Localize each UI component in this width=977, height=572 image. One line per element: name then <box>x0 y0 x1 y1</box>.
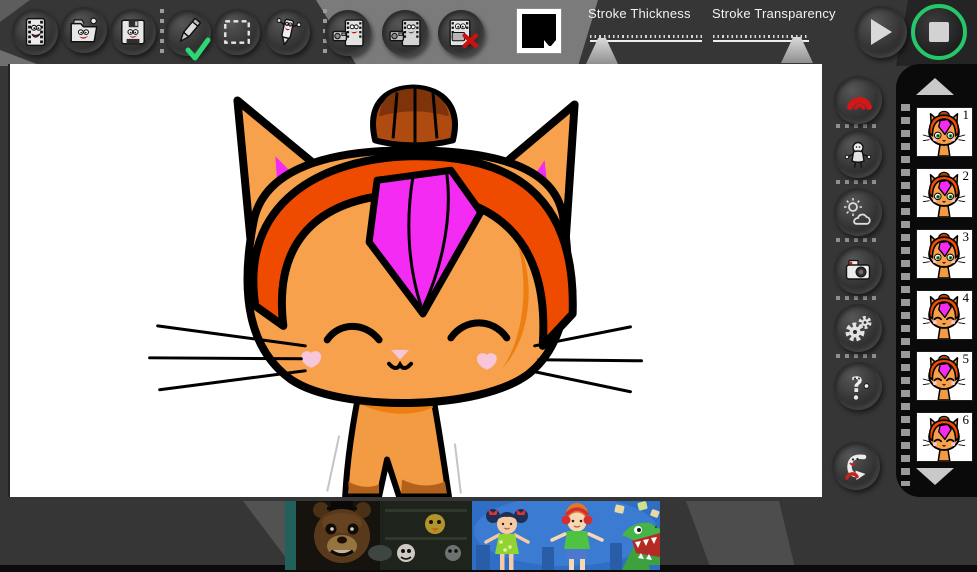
frame-number: 2 <box>962 168 970 183</box>
help-button[interactable]: ? <box>834 362 882 410</box>
frame-thumbnail-2[interactable]: 2 <box>916 168 973 218</box>
frame-number: 6 <box>962 412 970 427</box>
active-tool-check-icon <box>185 37 211 61</box>
red-stroke-icon <box>846 97 872 110</box>
frame-number: 1 <box>962 107 970 122</box>
frame-thumbnail-3[interactable]: 3 <box>916 229 973 279</box>
frame-thumbnail-4[interactable]: 4 <box>916 290 973 340</box>
puppet-icon <box>844 141 872 168</box>
selection-rectangle-icon <box>224 20 250 44</box>
play-icon <box>871 19 892 45</box>
stop-icon <box>929 22 949 42</box>
frame-number: 5 <box>962 351 970 366</box>
frame-thumbnail-6[interactable]: 6 <box>916 412 973 462</box>
movie-project-button[interactable] <box>12 9 58 55</box>
sidebar-separator <box>836 124 880 128</box>
eraser-character-icon <box>276 18 302 47</box>
undo-button[interactable] <box>832 442 880 490</box>
floppy-disk-icon <box>121 19 145 45</box>
undo-arrow-icon <box>845 454 867 480</box>
stroke-thickness-label: Stroke Thickness <box>588 6 691 21</box>
play-button[interactable] <box>855 6 907 58</box>
filmstrip-scroll-down-icon[interactable] <box>916 468 954 485</box>
scene-weather-button[interactable] <box>834 188 882 236</box>
filmstrip-scroll-up-icon[interactable] <box>916 78 954 95</box>
sidebar-separator <box>836 296 880 300</box>
camera-icon <box>845 259 871 280</box>
settings-button[interactable] <box>834 304 882 352</box>
svg-text:?: ? <box>851 373 863 397</box>
camera-button[interactable] <box>834 246 882 294</box>
delete-frame-button[interactable] <box>438 10 484 56</box>
cat-drawing <box>148 84 643 500</box>
stop-button[interactable] <box>911 4 967 60</box>
swatch-dropdown-icon <box>544 40 556 48</box>
eraser-tool-button[interactable] <box>264 9 310 55</box>
pen-tool-button[interactable] <box>165 10 211 61</box>
open-project-button[interactable] <box>61 7 107 53</box>
save-project-button[interactable] <box>110 9 156 55</box>
stroke-transparency-label: Stroke Transparency <box>712 6 836 21</box>
banner-ad-fnaf[interactable] <box>285 501 472 570</box>
frame-number: 4 <box>962 290 970 305</box>
question-mark-icon: ? <box>851 373 870 400</box>
character-button[interactable] <box>834 130 882 178</box>
sidebar-separator <box>836 180 880 184</box>
folder-icon <box>70 17 98 43</box>
gears-icon <box>845 316 872 342</box>
duplicate-frame-icon <box>388 18 421 47</box>
sun-cloud-icon <box>844 198 871 225</box>
select-tool-button[interactable] <box>214 9 260 55</box>
delete-frame-icon <box>449 18 478 48</box>
capture-frame-button[interactable] <box>325 10 371 56</box>
film-reel-icon <box>25 17 46 47</box>
app-window: Stroke Thickness Stroke Transparency ? 1… <box>0 0 977 572</box>
filmstrip-sprocket-holes <box>901 104 910 486</box>
frame-thumbnail-5[interactable]: 5 <box>916 351 973 401</box>
duplicate-frame-button[interactable] <box>382 10 428 56</box>
sidebar-separator <box>836 238 880 242</box>
sidebar-separator <box>836 354 880 358</box>
toolbar-separator <box>160 9 164 57</box>
filmstrip-panel: 1 2 3 4 5 6 <box>896 64 977 497</box>
frame-thumbnail-1[interactable]: 1 <box>916 107 973 157</box>
kids-cartoon-ad-art <box>472 496 660 570</box>
color-swatch[interactable] <box>516 8 562 54</box>
slider-ticks <box>590 35 702 38</box>
frame-number: 3 <box>962 229 970 244</box>
camera-film-frame-icon <box>331 18 364 47</box>
fnaf-ad-art <box>285 501 472 570</box>
stroke-color-button[interactable] <box>834 76 882 124</box>
drawing-canvas[interactable] <box>8 64 822 500</box>
banner-ad-kids-cartoon[interactable] <box>472 496 660 570</box>
